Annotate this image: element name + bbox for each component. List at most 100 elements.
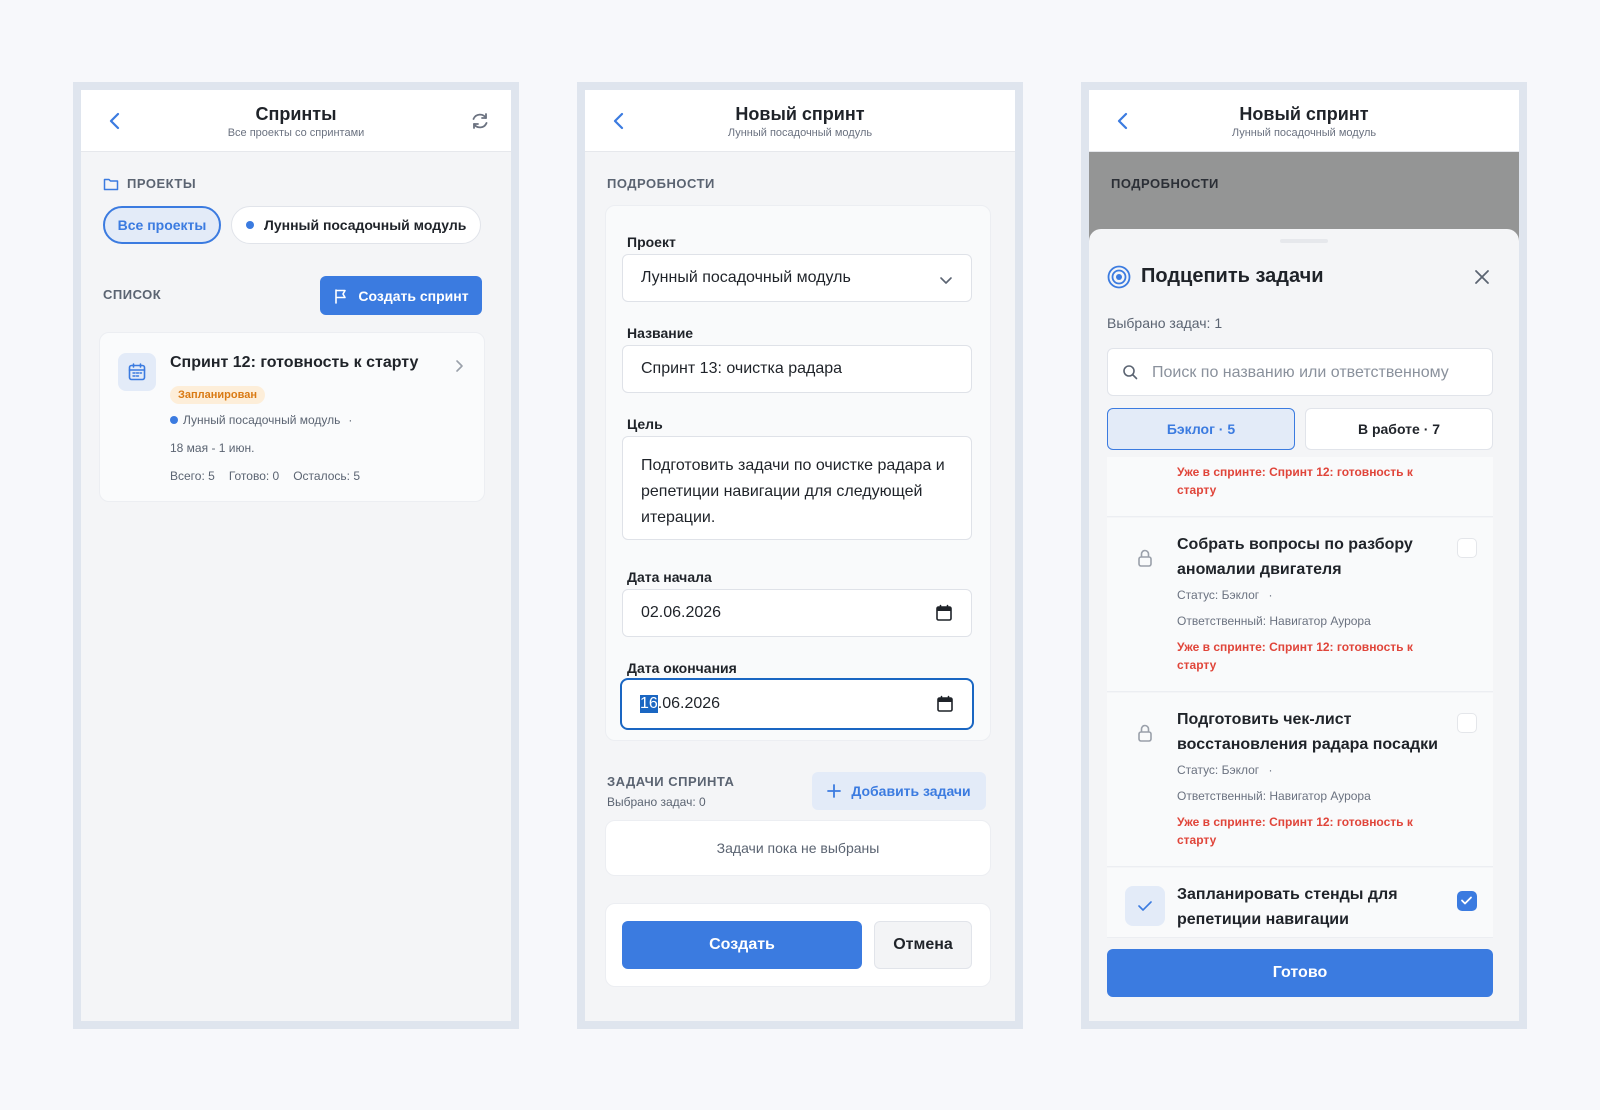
- header: Спринты Все проекты со спринтами: [81, 90, 511, 152]
- sprints-list-screen: Спринты Все проекты со спринтами ПРОЕКТЫ…: [73, 82, 519, 1029]
- chevron-right-icon: [454, 359, 464, 373]
- calendar-icon[interactable]: [936, 695, 954, 713]
- details-section-label: ПОДРОБНОСТИ: [1111, 176, 1219, 191]
- sprint-stats: Всего: 5 Готово: 0 Осталось: 5: [170, 469, 360, 483]
- bottom-sheet: Подцепить задачи Выбрано задач: 1 Поиск …: [1089, 229, 1519, 1021]
- new-sprint-screen: Новый спринт Лунный посадочный модуль ПО…: [577, 82, 1023, 1029]
- folder-icon: [103, 177, 119, 191]
- calendar-icon: [118, 353, 156, 391]
- start-date-label: Дата начала: [627, 569, 712, 585]
- calendar-icon[interactable]: [935, 604, 953, 622]
- task-status: Статус: Бэклог ·: [1177, 763, 1273, 777]
- task-assignee: Ответственный: Навигатор Аурора: [1177, 789, 1371, 803]
- close-icon[interactable]: [1473, 268, 1491, 286]
- create-button[interactable]: Создать: [622, 921, 862, 969]
- list-section-label: СПИСОК: [103, 287, 162, 302]
- sheet-title: Подцепить задачи: [1141, 265, 1324, 287]
- tasks-selected-count: Выбрано задач: 0: [607, 795, 706, 809]
- task-item-partial[interactable]: Уже в спринте: Спринт 12: готовность к с…: [1107, 457, 1493, 517]
- task-warning: Уже в спринте: Спринт 12: готовность к с…: [1177, 465, 1413, 497]
- flag-icon: [333, 288, 349, 304]
- start-date-input[interactable]: 02.06.2026: [622, 589, 972, 637]
- search-icon: [1122, 364, 1138, 380]
- end-date-input[interactable]: 16.06.2026: [620, 678, 974, 730]
- task-item-selected[interactable]: Запланировать стенды для репетиции навиг…: [1107, 868, 1493, 938]
- search-placeholder: Поиск по названию или ответственному: [1152, 364, 1449, 381]
- task-assignee: Ответственный: Навигатор Аурора: [1177, 614, 1371, 628]
- task-checkbox-checked[interactable]: [1457, 891, 1477, 911]
- sprint-dates: 18 мая - 1 июн.: [170, 441, 255, 455]
- check-icon: [1125, 886, 1165, 926]
- screen: Спринты Все проекты со спринтами ПРОЕКТЫ…: [81, 90, 511, 1021]
- goal-textarea[interactable]: Подготовить задачи по очистке радара и р…: [622, 436, 972, 540]
- task-item[interactable]: Подготовить чек-лист восстановления рада…: [1107, 693, 1493, 867]
- page-title: Новый спринт: [735, 104, 865, 124]
- page-title: Новый спринт: [1239, 104, 1369, 124]
- stat-done: Готово: 0: [228, 469, 280, 483]
- start-date-value: 02.06.2026: [641, 604, 722, 621]
- page-subtitle: Лунный посадочный модуль: [1231, 127, 1377, 139]
- goal-textarea-value: Подготовить задачи по очистке радара и р…: [641, 457, 945, 526]
- task-checkbox[interactable]: [1457, 538, 1477, 558]
- page-title: Спринты: [255, 104, 337, 124]
- stat-left: Осталось: 5: [293, 469, 360, 483]
- cancel-button[interactable]: Отмена: [874, 921, 972, 969]
- sprint-status-wrap: Запланирован: [170, 385, 265, 404]
- sprint-title: Спринт 12: готовность к старту: [170, 354, 419, 371]
- name-label: Название: [627, 325, 694, 341]
- task-title: Собрать вопросы по разбору аномалии двиг…: [1177, 536, 1413, 578]
- target-icon: [1107, 265, 1131, 289]
- end-date-rest: .06.2026: [657, 695, 721, 712]
- selected-count: Выбрано задач: 1: [1107, 315, 1223, 331]
- separator: ·: [348, 413, 353, 427]
- sprint-card[interactable]: Спринт 12: готовность к старту Запланиро…: [99, 332, 485, 502]
- page-subtitle: Все проекты со спринтами: [227, 127, 365, 139]
- sprint-tasks-label: ЗАДАЧИ СПРИНТА: [607, 774, 735, 789]
- chevron-down-icon: [939, 273, 953, 284]
- refresh-icon[interactable]: [469, 110, 491, 132]
- stat-total: Всего: 5: [170, 469, 215, 483]
- lock-icon: [1125, 713, 1165, 753]
- tab-in-progress[interactable]: В работе · 7: [1305, 408, 1493, 450]
- tab-backlog[interactable]: Бэклог · 5: [1107, 408, 1295, 450]
- name-input[interactable]: Спринт 13: очистка радара: [622, 345, 972, 393]
- screen: Новый спринт Лунный посадочный модуль ПО…: [585, 90, 1015, 1021]
- header: Новый спринт Лунный посадочный модуль: [1089, 90, 1519, 152]
- create-sprint-label: Создать спринт: [358, 287, 469, 304]
- project-select[interactable]: Лунный посадочный модуль: [622, 254, 972, 302]
- end-date-day-selected: 16: [640, 695, 658, 713]
- add-tasks-label: Добавить задачи: [851, 783, 971, 799]
- task-title: Запланировать стенды для репетиции навиг…: [1177, 886, 1398, 928]
- plus-icon: [827, 784, 842, 798]
- end-date-label: Дата окончания: [627, 660, 737, 676]
- status-badge: Запланирован: [170, 386, 265, 404]
- lock-icon: [1125, 538, 1165, 578]
- page-subtitle: Лунный посадочный модуль: [727, 127, 873, 139]
- chip-project-label: Лунный посадочный модуль: [264, 217, 467, 233]
- search-input[interactable]: Поиск по названию или ответственному: [1107, 348, 1493, 396]
- projects-section-label: ПРОЕКТЫ: [103, 176, 196, 191]
- sheet-drag-handle[interactable]: [1280, 239, 1328, 243]
- details-section-label: ПОДРОБНОСТИ: [607, 176, 715, 191]
- sprint-project: Лунный посадочный модуль: [183, 413, 341, 427]
- sprint-project-row: Лунный посадочный модуль ·: [170, 413, 352, 427]
- task-warning: Уже в спринте: Спринт 12: готовность к с…: [1177, 815, 1413, 847]
- goal-label: Цель: [627, 416, 663, 432]
- header: Новый спринт Лунный посадочный модуль: [585, 90, 1015, 152]
- task-status: Статус: Бэклог ·: [1177, 588, 1273, 602]
- task-item[interactable]: Собрать вопросы по разбору аномалии двиг…: [1107, 518, 1493, 692]
- project-label: Проект: [627, 234, 676, 250]
- empty-tasks-placeholder: Задачи пока не выбраны: [605, 820, 991, 876]
- project-dot: [246, 221, 254, 229]
- screen: Новый спринт Лунный посадочный модуль ПО…: [1089, 90, 1519, 1021]
- name-input-value: Спринт 13: очистка радара: [641, 360, 843, 377]
- project-dot: [170, 416, 178, 424]
- task-checkbox[interactable]: [1457, 713, 1477, 733]
- task-title: Подготовить чек-лист восстановления рада…: [1177, 711, 1438, 753]
- create-sprint-button[interactable]: Создать спринт: [320, 276, 482, 315]
- attach-tasks-screen: Новый спринт Лунный посадочный модуль ПО…: [1081, 82, 1527, 1029]
- done-button[interactable]: Готово: [1107, 949, 1493, 997]
- chip-project[interactable]: Лунный посадочный модуль: [231, 206, 481, 244]
- chip-all-projects[interactable]: Все проекты: [103, 206, 221, 244]
- add-tasks-button[interactable]: Добавить задачи: [812, 772, 986, 810]
